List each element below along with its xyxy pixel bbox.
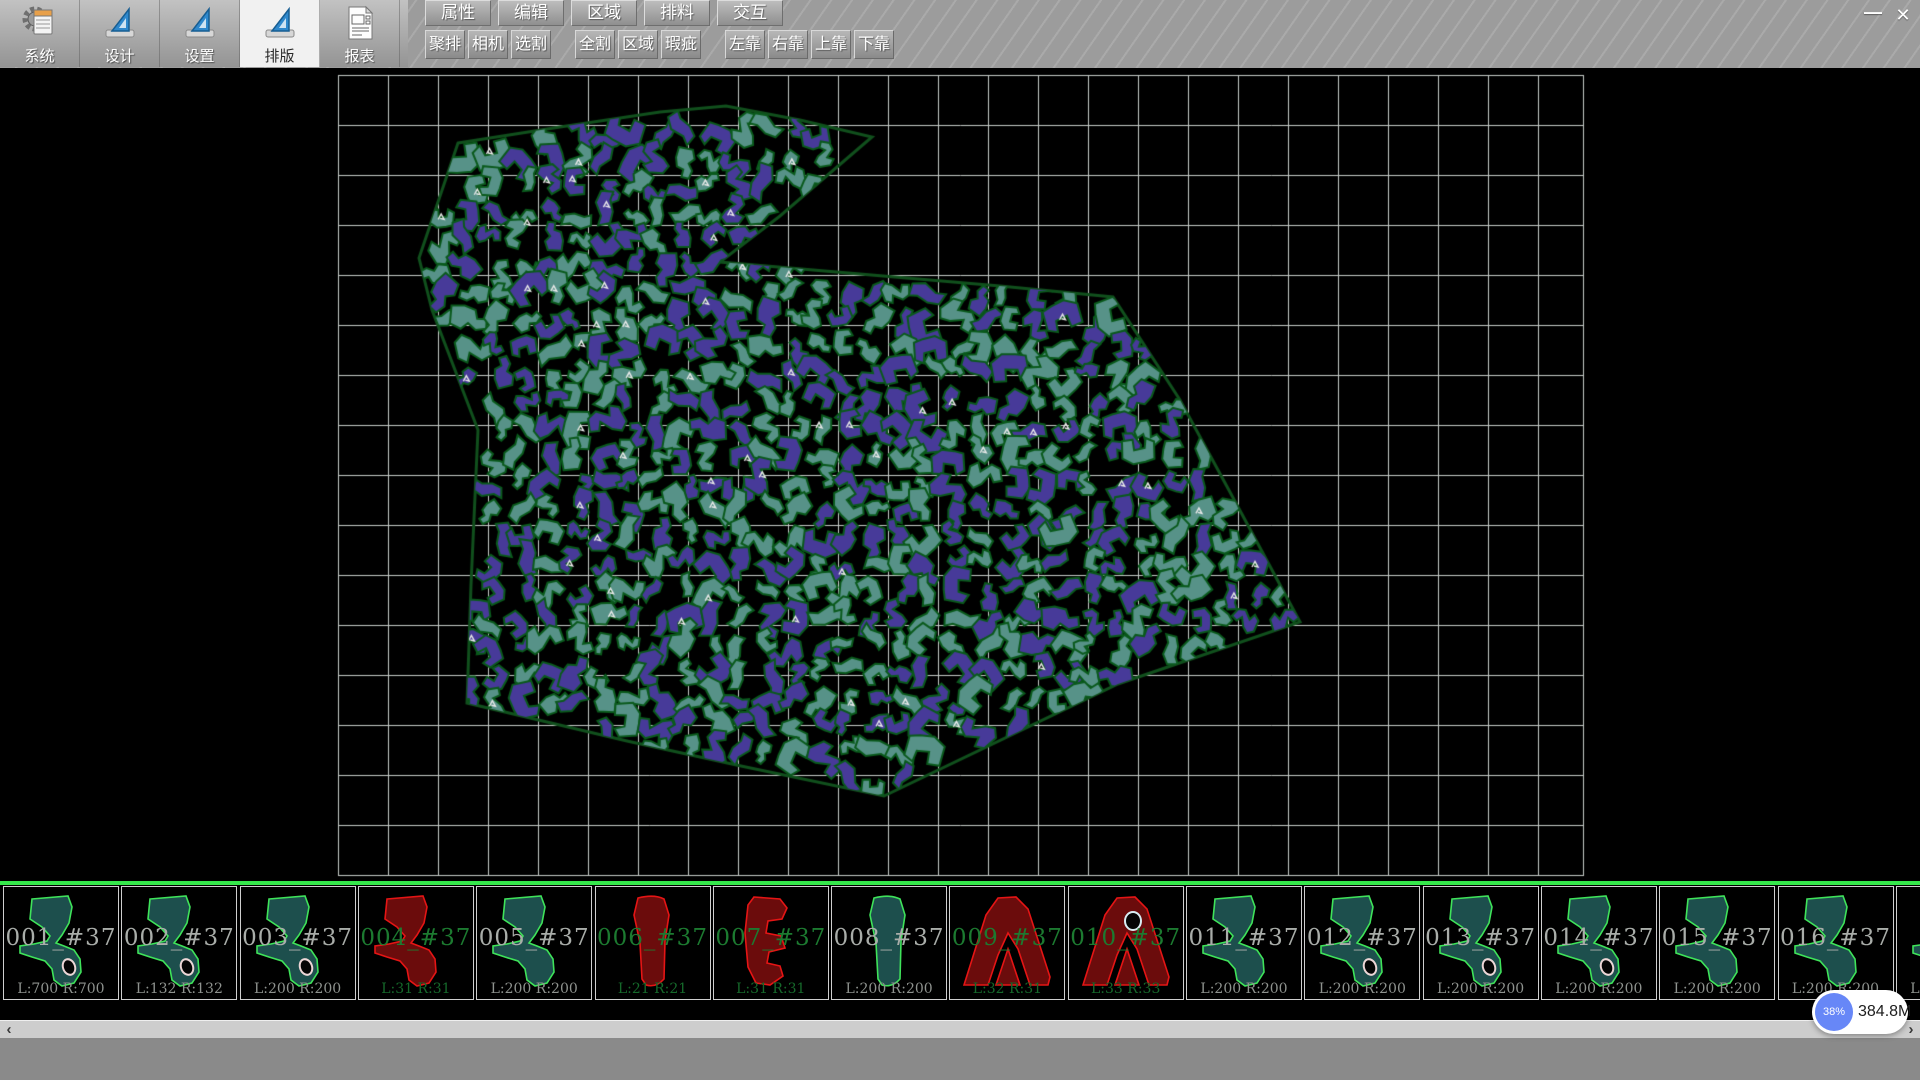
nesting-canvas[interactable] xyxy=(0,68,1920,881)
toolbar-button-label: 报表 xyxy=(344,45,374,66)
btn-camera[interactable]: 相机 xyxy=(468,30,508,59)
thumbnail-cell[interactable]: 004_#37 L:31 R:31 xyxy=(358,886,474,1000)
toolbar-button-layout[interactable]: 排版 xyxy=(240,0,320,67)
thumbnail-cell[interactable]: 001_#37 L:700 R:700 xyxy=(3,886,119,1000)
piece-lr-count: L:200 R:200 xyxy=(477,981,591,997)
piece-label: 014_#37 xyxy=(1542,925,1656,951)
tab-edit[interactable]: 编辑 xyxy=(498,0,564,26)
piece-label: 006_#37 xyxy=(596,925,710,951)
tool-buttons-row: 聚排相机选割全割区域瑕疵左靠右靠上靠下靠 xyxy=(425,30,894,59)
thumbnail-cell[interactable]: 007_#37 L:31 R:31 xyxy=(713,886,829,1000)
piece-thumbnail-strip: 001_#37L:700 R:700002_#37L:132 R:132003_… xyxy=(0,885,1920,1020)
tab-interactive[interactable]: 交互 xyxy=(717,0,783,26)
piece-label: 011_#37 xyxy=(1187,925,1301,951)
piece-label: 009_#37 xyxy=(950,925,1064,951)
nesting-app-window: 系统设计设置排版报表 属性编辑区域排料交互 聚排相机选割全割区域瑕疵左靠右靠上靠… xyxy=(0,0,1920,1080)
piece-lr-count: L:31 R:31 xyxy=(359,981,473,997)
piece-lr-count: L:32 R:31 xyxy=(950,981,1064,997)
toolbar-button-settings[interactable]: 设置 xyxy=(160,0,240,67)
thumbnail-cell[interactable]: 013_#37 L:200 R:200 xyxy=(1423,886,1539,1000)
toolbar-group-gap xyxy=(704,30,722,59)
btn-defect[interactable]: 瑕疵 xyxy=(661,30,701,59)
scroll-left-button[interactable]: ‹ xyxy=(0,1021,18,1039)
piece-label: 007_#37 xyxy=(714,925,828,951)
set-square-icon xyxy=(260,3,300,43)
btn-snap-left[interactable]: 左靠 xyxy=(725,30,765,59)
thumbnail-cell[interactable]: 002_#37 L:132 R:132 xyxy=(121,886,237,1000)
thumbnail-cell[interactable]: 005_#37 L:200 R:200 xyxy=(476,886,592,1000)
horizontal-scrollbar[interactable]: ‹ › xyxy=(0,1020,1920,1039)
tab-nesting[interactable]: 排料 xyxy=(644,0,710,26)
titlebar-toolbar: 系统设计设置排版报表 属性编辑区域排料交互 聚排相机选割全割区域瑕疵左靠右靠上靠… xyxy=(0,0,1920,69)
report-icon xyxy=(340,3,380,43)
toolbar-button-label: 系统 xyxy=(24,45,54,66)
tab-region[interactable]: 区域 xyxy=(571,0,637,26)
thumbnail-cell[interactable]: L:200 R:200 xyxy=(1896,886,1920,1000)
minimize-button[interactable]: — xyxy=(1860,1,1886,23)
close-button[interactable]: ✕ xyxy=(1890,4,1916,26)
piece-lr-count: L:200 R:200 xyxy=(1660,981,1774,997)
piece-lr-count: L:700 R:700 xyxy=(4,981,118,997)
piece-lr-count: L:21 R:21 xyxy=(596,981,710,997)
piece-lr-count: L:200 R:200 xyxy=(1542,981,1656,997)
toolbar-button-label: 设置 xyxy=(184,45,214,66)
piece-label: 015_#37 xyxy=(1660,925,1774,951)
piece-lr-count: L:200 R:200 xyxy=(832,981,946,997)
piece-label: 008_#37 xyxy=(832,925,946,951)
toolbar-button-label: 排版 xyxy=(264,45,294,66)
main-toolbar: 系统 设计 设置 排版 报表 xyxy=(0,0,408,67)
thumbnail-cell[interactable]: 006_#37 L:21 R:21 xyxy=(595,886,711,1000)
piece-label: 001_#37 xyxy=(4,925,118,951)
btn-region[interactable]: 区域 xyxy=(618,30,658,59)
progress-size-label: 384.8M xyxy=(1858,990,1911,1034)
btn-snap-bottom[interactable]: 下靠 xyxy=(854,30,894,59)
toolbar-button-design[interactable]: 设计 xyxy=(80,0,160,67)
piece-lr-count: L:132 R:132 xyxy=(122,981,236,997)
piece-label: 016_#37 xyxy=(1779,925,1893,951)
piece-lr-count: L:200 R:200 xyxy=(1305,981,1419,997)
thumbnail-cell[interactable]: 011_#37 L:200 R:200 xyxy=(1186,886,1302,1000)
piece-label: 010_#37 xyxy=(1069,925,1183,951)
tab-properties[interactable]: 属性 xyxy=(425,0,491,26)
piece-thumbnail-svg xyxy=(1905,891,1920,995)
thumbnail-cell[interactable]: 012_#37 L:200 R:200 xyxy=(1304,886,1420,1000)
btn-snap-right[interactable]: 右靠 xyxy=(768,30,808,59)
set-square-icon xyxy=(180,3,220,43)
toolbar-button-label: 设计 xyxy=(104,45,134,66)
btn-cluster-nest[interactable]: 聚排 xyxy=(425,30,465,59)
btn-snap-top[interactable]: 上靠 xyxy=(811,30,851,59)
piece-label: 004_#37 xyxy=(359,925,473,951)
toolbar-button-system[interactable]: 系统 xyxy=(0,0,80,67)
piece-lr-count: L:31 R:31 xyxy=(714,981,828,997)
system-gear-icon xyxy=(20,3,60,43)
toolbar-group-gap xyxy=(554,30,572,59)
download-progress-badge[interactable]: 38% 384.8M xyxy=(1812,990,1908,1034)
piece-label: 003_#37 xyxy=(241,925,355,951)
menu-tabs: 属性编辑区域排料交互 xyxy=(425,0,783,26)
thumbnail-cell[interactable]: 003_#37 L:200 R:200 xyxy=(240,886,356,1000)
piece-lr-count: L:200 R:200 xyxy=(1187,981,1301,997)
thumbnail-cell[interactable]: 015_#37 L:200 R:200 xyxy=(1659,886,1775,1000)
status-bar xyxy=(0,1038,1920,1080)
thumbnail-cell[interactable]: 016_#37L:200 R:200 xyxy=(1778,886,1894,1000)
piece-label: 005_#37 xyxy=(477,925,591,951)
btn-cut-all[interactable]: 全割 xyxy=(575,30,615,59)
progress-circle: 38% xyxy=(1815,993,1853,1031)
thumbnail-cell[interactable]: 014_#37 L:200 R:200 xyxy=(1541,886,1657,1000)
thumbnail-cell[interactable]: 009_#37 L:32 R:31 xyxy=(949,886,1065,1000)
toolbar-button-report[interactable]: 报表 xyxy=(320,0,400,67)
piece-label: 013_#37 xyxy=(1424,925,1538,951)
set-square-icon xyxy=(100,3,140,43)
thumbnail-cell[interactable]: 010_#37 L:33 R:33 xyxy=(1068,886,1184,1000)
piece-lr-count: L:200 R:200 xyxy=(1424,981,1538,997)
piece-label: 012_#37 xyxy=(1305,925,1419,951)
piece-lr-count: L:200 R:200 xyxy=(241,981,355,997)
piece-label: 002_#37 xyxy=(122,925,236,951)
piece-lr-count: L:33 R:33 xyxy=(1069,981,1183,997)
thumbnail-cell[interactable]: 008_#37 L:200 R:200 xyxy=(831,886,947,1000)
btn-select-cut[interactable]: 选割 xyxy=(511,30,551,59)
